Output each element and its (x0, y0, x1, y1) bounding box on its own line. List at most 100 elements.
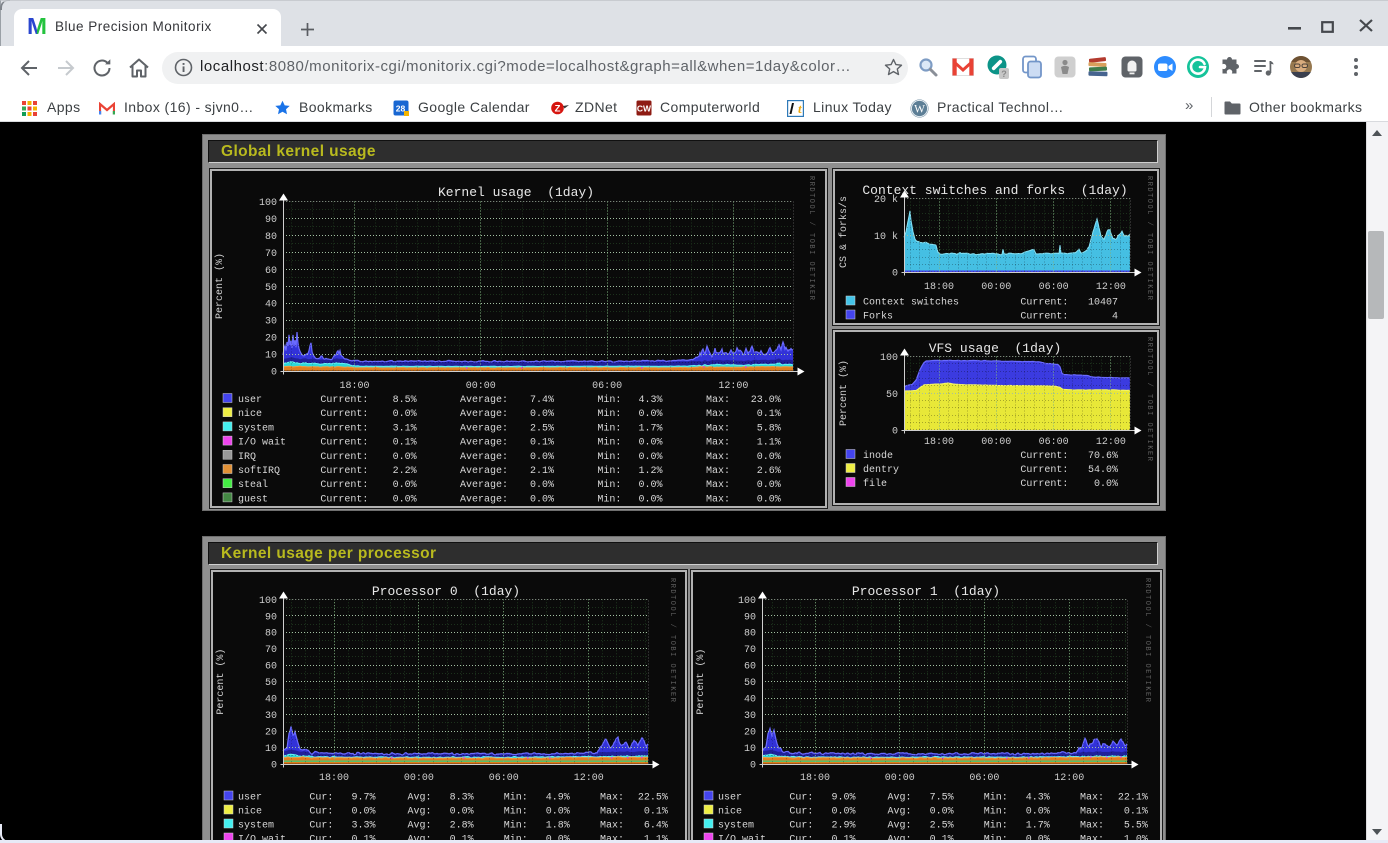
svg-text:nice: nice (718, 806, 742, 818)
svg-text:Min:: Min: (504, 820, 528, 832)
svg-text:VFS usage (1day): VFS usage (1day) (929, 341, 1062, 356)
svg-text:0.0%: 0.0% (530, 452, 554, 463)
svg-text:40: 40 (265, 695, 277, 706)
svg-text:RRDTOOL / TOBI OETIKER: RRDTOOL / TOBI OETIKER (668, 578, 676, 703)
svg-text:0: 0 (892, 269, 898, 280)
svg-text:Current:: Current: (1020, 479, 1068, 490)
svg-text:system: system (238, 423, 274, 434)
svg-text:0.0%: 0.0% (757, 480, 781, 491)
svg-text:Cur:: Cur: (309, 793, 333, 804)
svg-text:0: 0 (271, 761, 277, 772)
svg-text:70: 70 (265, 249, 277, 260)
svg-text:10407: 10407 (1088, 298, 1118, 309)
svg-text:Max:: Max: (706, 480, 730, 491)
svg-text:RRDTOOL / TOBI OETIKER: RRDTOOL / TOBI OETIKER (1145, 337, 1153, 462)
svg-text:0.0%: 0.0% (351, 807, 375, 818)
svg-text:Average:: Average: (460, 480, 508, 491)
svg-text:8.3%: 8.3% (450, 793, 474, 804)
svg-text:CS & forks/s: CS & forks/s (838, 196, 850, 268)
svg-text:0.0%: 0.0% (393, 409, 417, 420)
svg-text:Current:: Current: (1020, 451, 1068, 462)
svg-text:Average:: Average: (460, 494, 508, 505)
svg-text:70.6%: 70.6% (1088, 451, 1118, 462)
svg-text:30: 30 (265, 711, 277, 722)
svg-text:Min:: Min: (597, 394, 621, 406)
svg-text:0.0%: 0.0% (1026, 807, 1050, 818)
svg-text:Max:: Max: (1080, 821, 1104, 832)
svg-text:softIRQ: softIRQ (238, 465, 280, 477)
svg-text:80: 80 (265, 629, 277, 640)
svg-text:12:00: 12:00 (718, 381, 748, 392)
svg-text:Current:: Current: (1020, 465, 1068, 476)
svg-text:0.0%: 0.0% (638, 480, 662, 491)
svg-text:0.0%: 0.0% (530, 409, 554, 420)
svg-text:0.0%: 0.0% (930, 807, 954, 818)
svg-text:1.7%: 1.7% (638, 423, 662, 434)
svg-text:0.0%: 0.0% (546, 807, 570, 818)
svg-text:Max:: Max: (706, 395, 730, 406)
svg-text:user: user (238, 793, 262, 804)
svg-text:1.1%: 1.1% (757, 438, 781, 449)
svg-text:7.4%: 7.4% (530, 395, 554, 406)
svg-text:90: 90 (744, 612, 756, 623)
svg-text:1.8%: 1.8% (546, 821, 570, 832)
svg-text:5.8%: 5.8% (757, 423, 781, 434)
svg-text:Avg:: Avg: (408, 807, 432, 818)
svg-text:Max:: Max: (706, 438, 730, 449)
svg-text:Min:: Min: (597, 465, 621, 477)
svg-text:Max:: Max: (600, 793, 624, 804)
svg-text:Max:: Max: (706, 494, 730, 505)
svg-text:0.0%: 0.0% (450, 807, 474, 818)
svg-text:00:00: 00:00 (404, 773, 434, 784)
svg-text:Min:: Min: (597, 493, 621, 505)
svg-text:file: file (863, 478, 887, 490)
svg-text:steal: steal (238, 479, 268, 491)
svg-text:20 k: 20 k (874, 194, 898, 206)
svg-text:40: 40 (265, 300, 277, 311)
svg-text:Avg:: Avg: (888, 821, 912, 832)
svg-text:0.0%: 0.0% (1094, 479, 1118, 490)
svg-text:Avg:: Avg: (888, 807, 912, 818)
svg-text:Average:: Average: (460, 395, 508, 406)
svg-text:t: t (798, 101, 802, 116)
svg-text:RRDTOOL / TOBI OETIKER: RRDTOOL / TOBI OETIKER (1143, 578, 1151, 703)
svg-text:M: M (27, 17, 47, 37)
svg-text:00:00: 00:00 (466, 381, 496, 392)
svg-text:Max:: Max: (600, 821, 624, 832)
svg-text:30: 30 (265, 317, 277, 328)
svg-text:Percent (%): Percent (%) (838, 360, 850, 426)
svg-text:3.1%: 3.1% (393, 423, 417, 434)
svg-text:0: 0 (750, 761, 756, 772)
svg-text:user: user (718, 793, 742, 804)
svg-text:nice: nice (238, 408, 262, 420)
svg-text:0.0%: 0.0% (638, 409, 662, 420)
svg-text:100: 100 (259, 198, 277, 209)
svg-text:Average:: Average: (460, 409, 508, 420)
svg-text:3.3%: 3.3% (351, 821, 375, 832)
svg-text:50: 50 (886, 390, 898, 401)
svg-text:Min:: Min: (984, 806, 1008, 818)
svg-text:2.5%: 2.5% (930, 821, 954, 832)
svg-text:4.3%: 4.3% (1026, 793, 1050, 804)
svg-text:Context switches: Context switches (863, 297, 959, 309)
svg-text:2.9%: 2.9% (831, 821, 855, 832)
svg-text:100: 100 (259, 596, 277, 607)
svg-text:00:00: 00:00 (981, 282, 1011, 293)
svg-text:8.5%: 8.5% (393, 395, 417, 406)
svg-text:50: 50 (265, 283, 277, 294)
svg-text:70: 70 (265, 645, 277, 656)
svg-text:Current:: Current: (320, 395, 368, 406)
svg-text:Cur:: Cur: (789, 807, 813, 818)
svg-text:Forks: Forks (863, 311, 893, 323)
svg-text:20: 20 (744, 728, 756, 739)
svg-text:Context switches and forks (1: Context switches and forks (1day) (862, 183, 1127, 198)
svg-text:Avg:: Avg: (408, 821, 432, 832)
svg-text:?: ? (1001, 69, 1007, 79)
svg-text:Current:: Current: (320, 480, 368, 491)
svg-text:18:00: 18:00 (319, 773, 349, 784)
svg-text:60: 60 (744, 662, 756, 673)
svg-text:0.0%: 0.0% (638, 438, 662, 449)
svg-text:80: 80 (744, 629, 756, 640)
svg-text:10: 10 (744, 744, 756, 755)
svg-text:Min:: Min: (984, 792, 1008, 804)
